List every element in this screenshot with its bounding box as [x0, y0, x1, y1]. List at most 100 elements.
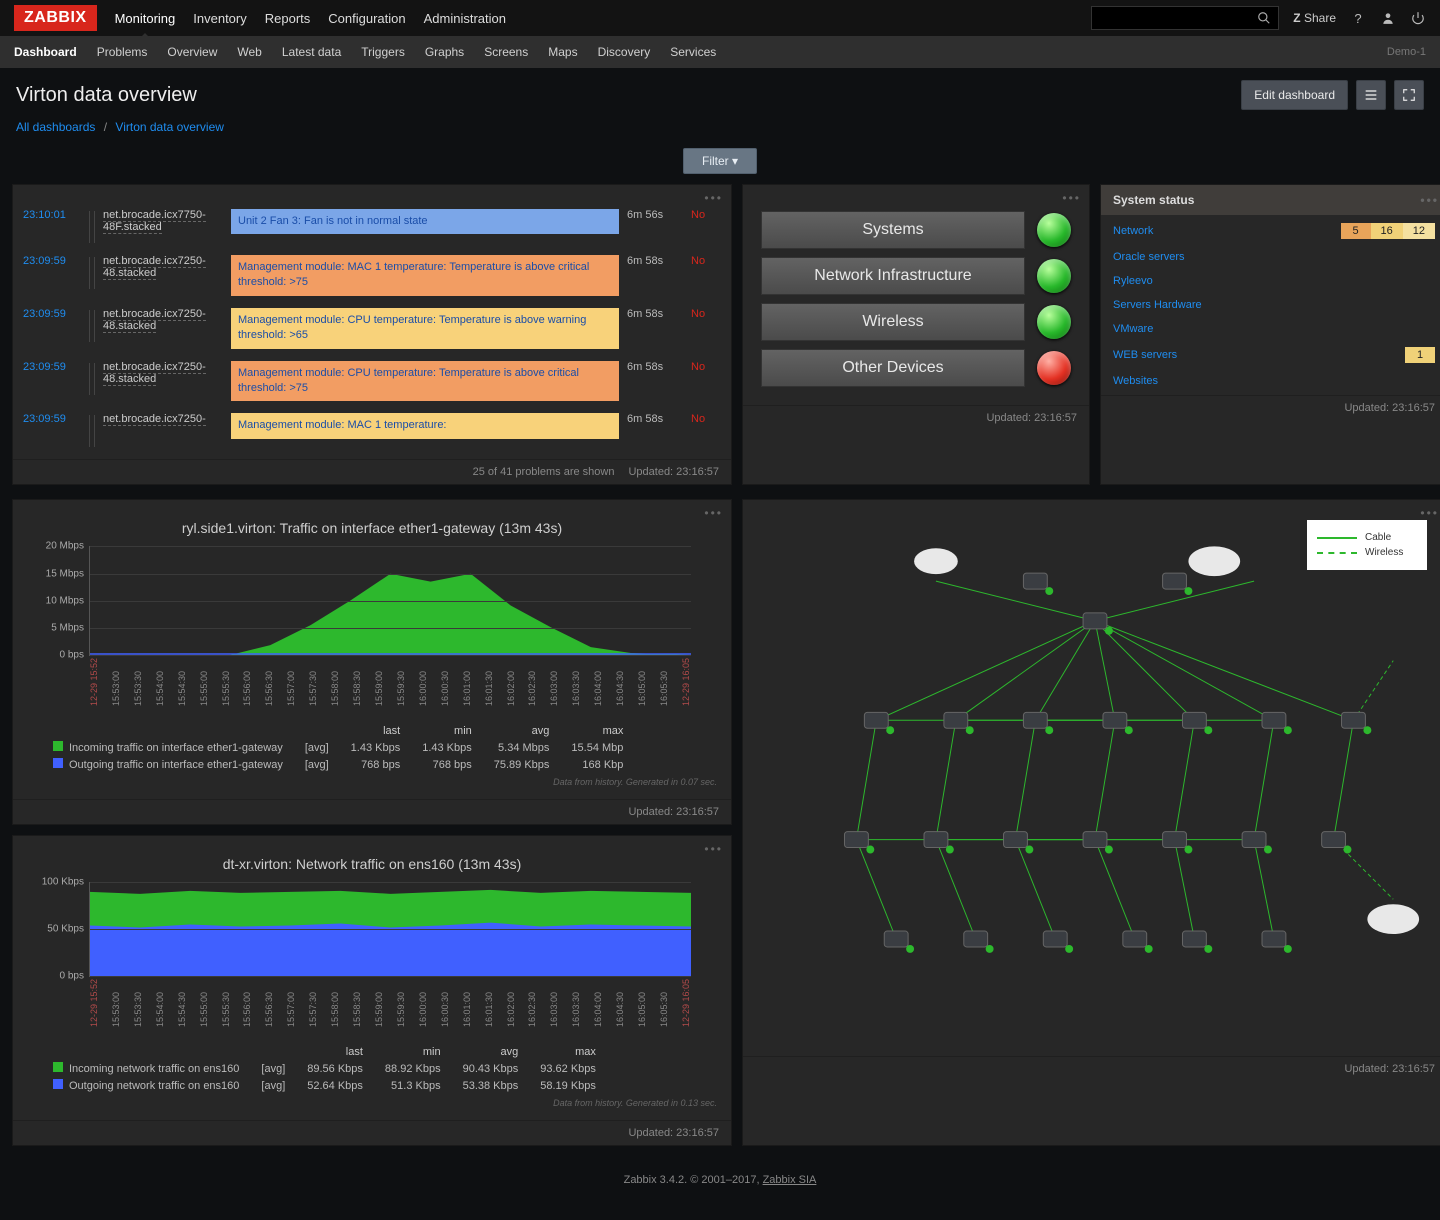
subnav-item-problems[interactable]: Problems [97, 45, 148, 59]
system-name[interactable]: Network [1113, 225, 1341, 237]
help-icon[interactable]: ? [1350, 10, 1366, 26]
subnav-item-dashboard[interactable]: Dashboard [14, 45, 77, 59]
problem-host[interactable]: net.brocade.icx7250-48.stacked [103, 255, 223, 279]
status-label: Other Devices [761, 349, 1025, 387]
breadcrumb: All dashboards / Virton data overview [0, 120, 1440, 144]
problem-message[interactable]: Management module: CPU temperature: Temp… [231, 361, 619, 402]
chart-title: ryl.side1.virton: Traffic on interface e… [27, 520, 717, 536]
system-name[interactable]: VMware [1113, 323, 1435, 335]
network-chart-widget: ••• dt-xr.virton: Network traffic on ens… [12, 835, 732, 1146]
problem-duration: 6m 56s [627, 209, 683, 221]
subnav-item-discovery[interactable]: Discovery [598, 45, 651, 59]
status-badge[interactable]: 5 [1341, 223, 1371, 239]
system-name[interactable]: Oracle servers [1113, 251, 1435, 263]
widget-menu-icon[interactable]: ••• [1420, 193, 1439, 207]
status-label: Systems [761, 211, 1025, 249]
problem-message[interactable]: Management module: CPU temperature: Temp… [231, 308, 619, 349]
status-badge[interactable]: 12 [1403, 223, 1435, 239]
problem-ack[interactable]: No [691, 413, 721, 425]
topnav-item-configuration[interactable]: Configuration [328, 11, 405, 26]
footer: Zabbix 3.4.2. © 2001–2017, Zabbix SIA [0, 1160, 1440, 1200]
widget-menu-icon[interactable]: ••• [704, 842, 723, 856]
topnav-item-monitoring[interactable]: Monitoring [115, 11, 176, 26]
subnav-item-overview[interactable]: Overview [167, 45, 217, 59]
share-link[interactable]: Z Share [1293, 11, 1336, 25]
crumb-current[interactable]: Virton data overview [115, 120, 224, 134]
problem-time[interactable]: 23:09:59 [23, 255, 81, 267]
fullscreen-icon[interactable] [1394, 80, 1424, 110]
status-label: Network Infrastructure [761, 257, 1025, 295]
status-row: Systems [761, 211, 1071, 249]
problem-time[interactable]: 23:09:59 [23, 361, 81, 373]
network-topology-map[interactable] [757, 520, 1433, 1020]
status-row: Other Devices [761, 349, 1071, 387]
chart-updated: Updated: 23:16:57 [628, 806, 719, 818]
topnav-item-inventory[interactable]: Inventory [193, 11, 246, 26]
search-input[interactable] [1091, 6, 1279, 30]
system-status-row: VMware [1101, 317, 1440, 341]
subnav-item-graphs[interactable]: Graphs [425, 45, 464, 59]
chart-updated: Updated: 23:16:57 [628, 1127, 719, 1139]
widget-menu-icon[interactable]: ••• [704, 506, 723, 520]
page-header: Virton data overview Edit dashboard [0, 68, 1440, 120]
chart-histnote: Data from history. Generated in 0.13 sec… [27, 1098, 717, 1108]
problem-host[interactable]: net.brocade.icx7250-48.stacked [103, 308, 223, 332]
page-title: Virton data overview [16, 84, 197, 107]
problem-row: 23:10:01 net.brocade.icx7750-48F.stacked… [23, 203, 721, 249]
status-badge[interactable]: 1 [1405, 347, 1435, 363]
status-label: Wireless [761, 303, 1025, 341]
problem-ack[interactable]: No [691, 308, 721, 320]
power-icon[interactable] [1410, 10, 1426, 26]
topnav-item-administration[interactable]: Administration [424, 11, 506, 26]
system-status-row: Servers Hardware [1101, 293, 1440, 317]
system-status-title: System status [1113, 193, 1194, 207]
subnav-item-web[interactable]: Web [237, 45, 261, 59]
problem-ack[interactable]: No [691, 255, 721, 267]
subnav-item-maps[interactable]: Maps [548, 45, 577, 59]
problem-message[interactable]: Unit 2 Fan 3: Fan is not in normal state [231, 209, 619, 234]
crumb-all-dashboards[interactable]: All dashboards [16, 120, 95, 134]
problem-row: 23:09:59 net.brocade.icx7250- Management… [23, 407, 721, 453]
edit-dashboard-button[interactable]: Edit dashboard [1241, 80, 1348, 110]
problem-ack[interactable]: No [691, 361, 721, 373]
status-row: Wireless [761, 303, 1071, 341]
filter-toggle-button[interactable]: Filter ▾ [683, 148, 757, 174]
system-status-row: WEB servers1 [1101, 341, 1440, 369]
subnav-item-services[interactable]: Services [670, 45, 716, 59]
problem-ack[interactable]: No [691, 209, 721, 221]
widget-menu-icon[interactable]: ••• [1062, 191, 1081, 205]
problem-host[interactable]: net.brocade.icx7250- [103, 413, 223, 425]
subnav-item-screens[interactable]: Screens [484, 45, 528, 59]
problem-row: 23:09:59 net.brocade.icx7250-48.stacked … [23, 355, 721, 408]
dashboard-menu-icon[interactable] [1356, 80, 1386, 110]
status-led-green [1037, 305, 1071, 339]
problem-host[interactable]: net.brocade.icx7750-48F.stacked [103, 209, 223, 233]
topnav-item-reports[interactable]: Reports [265, 11, 311, 26]
widget-menu-icon[interactable]: ••• [704, 191, 723, 205]
status-led-red [1037, 351, 1071, 385]
problem-time[interactable]: 23:09:59 [23, 413, 81, 425]
system-name[interactable]: Servers Hardware [1113, 299, 1435, 311]
system-name[interactable]: Websites [1113, 375, 1435, 387]
system-status-row: Network51612 [1101, 217, 1440, 245]
problem-duration: 6m 58s [627, 255, 683, 267]
problems-updated: Updated: 23:16:57 [628, 466, 719, 478]
problem-host[interactable]: net.brocade.icx7250-48.stacked [103, 361, 223, 385]
system-name[interactable]: WEB servers [1113, 349, 1405, 361]
system-status-row: Websites [1101, 369, 1440, 393]
problem-time[interactable]: 23:09:59 [23, 308, 81, 320]
subnav-item-triggers[interactable]: Triggers [361, 45, 405, 59]
problem-message[interactable]: Management module: MAC 1 temperature: Te… [231, 255, 619, 296]
system-status-row: Ryleevo [1101, 269, 1440, 293]
system-status-widget: System status ••• Network51612 Oracle ser… [1100, 184, 1440, 485]
footer-link[interactable]: Zabbix SIA [763, 1174, 817, 1186]
status-led-green [1037, 213, 1071, 247]
status-led-green [1037, 259, 1071, 293]
problem-time[interactable]: 23:10:01 [23, 209, 81, 221]
problem-message[interactable]: Management module: MAC 1 temperature: [231, 413, 619, 438]
subnav-item-latest-data[interactable]: Latest data [282, 45, 341, 59]
system-name[interactable]: Ryleevo [1113, 275, 1435, 287]
logo[interactable]: ZABBIX [14, 5, 97, 31]
status-badge[interactable]: 16 [1371, 223, 1403, 239]
user-icon[interactable] [1380, 10, 1396, 26]
